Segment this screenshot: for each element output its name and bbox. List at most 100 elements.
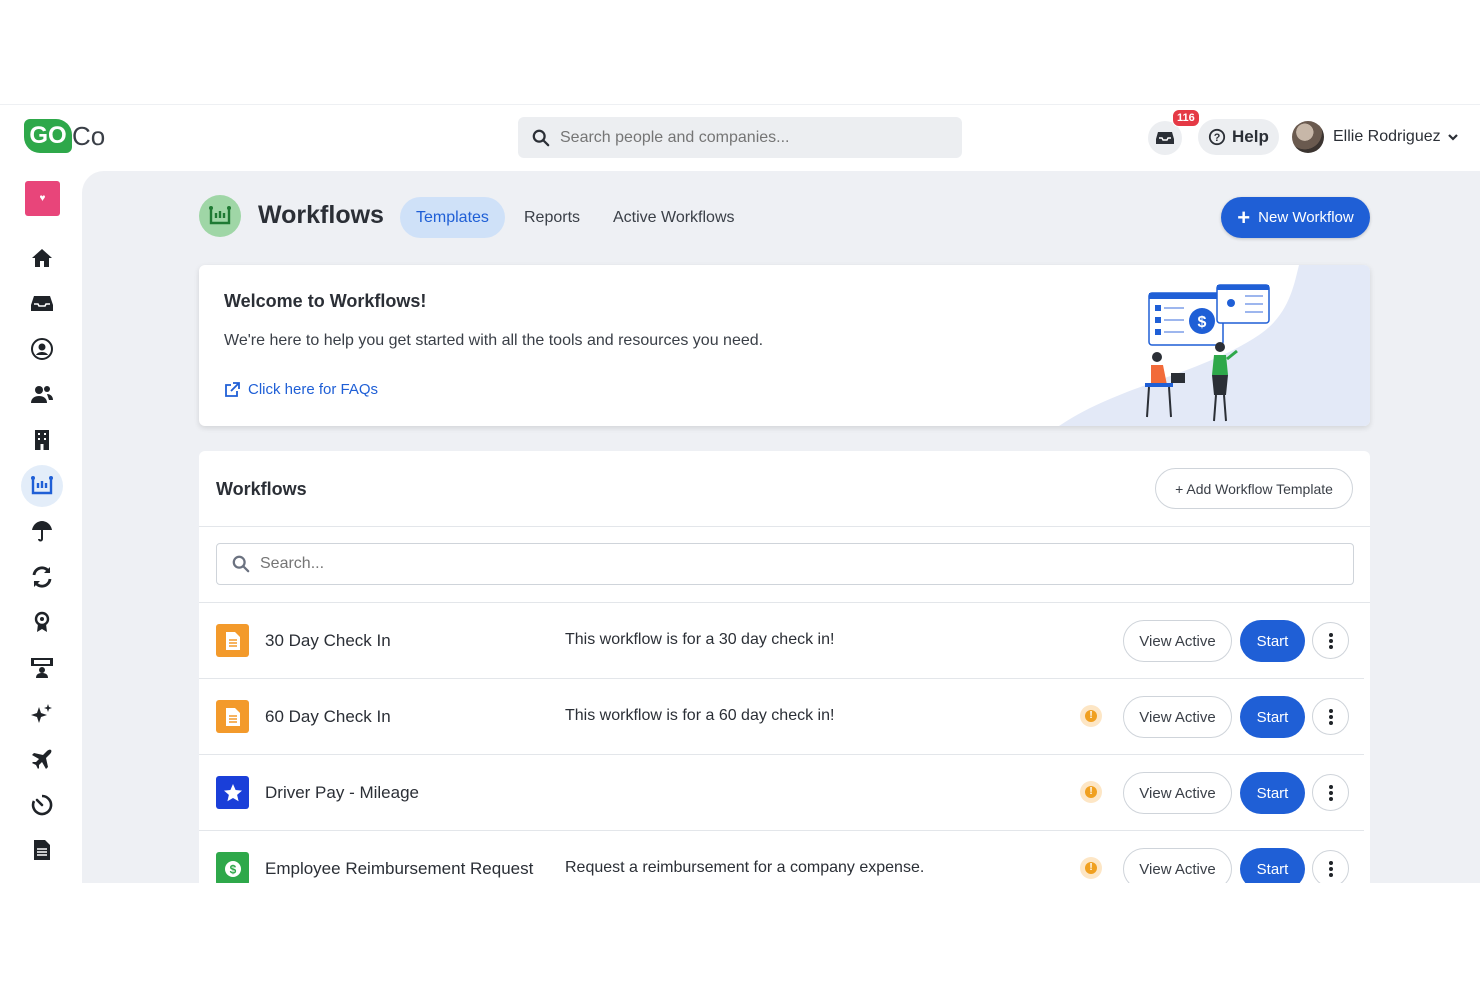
sidebar-item-workflows[interactable] (21, 465, 63, 507)
kebab-menu-icon (1328, 784, 1333, 801)
kebab-menu-icon (1328, 708, 1333, 725)
welcome-description: We're here to help you get started with … (224, 332, 764, 349)
user-name: Ellie Rodriguez (1333, 128, 1441, 145)
sidebar-item-documents[interactable] (21, 829, 63, 871)
start-button[interactable]: Start (1240, 848, 1305, 883)
view-active-button[interactable]: View Active (1123, 772, 1232, 814)
search-icon (232, 555, 250, 573)
help-label: Help (1232, 127, 1269, 146)
document-icon (216, 624, 249, 657)
search-icon (532, 129, 550, 146)
help-button[interactable]: ? Help (1198, 119, 1279, 155)
person-circle-icon (31, 338, 53, 360)
global-search[interactable] (518, 117, 962, 158)
tab-templates[interactable]: Templates (400, 197, 505, 238)
add-workflow-template-button[interactable]: + Add Workflow Template (1155, 468, 1353, 509)
workflow-name[interactable]: 60 Day Check In (265, 707, 391, 727)
inbox-badge: 116 (1172, 109, 1200, 127)
more-options-button[interactable] (1312, 774, 1349, 811)
sidebar-item-training[interactable] (21, 647, 63, 689)
start-button[interactable]: Start (1240, 620, 1305, 662)
chevron-down-icon (1447, 134, 1458, 141)
award-icon (34, 611, 50, 632)
sidebar-item-profile[interactable] (21, 328, 63, 370)
workflows-icon (209, 206, 231, 225)
tab-active-workflows[interactable]: Active Workflows (597, 197, 751, 238)
start-button[interactable]: Start (1240, 696, 1305, 738)
faq-link-label: Click here for FAQs (248, 381, 379, 398)
app-window: GO Co 116 ? Help Ellie Rodriguez ♥ (0, 104, 1480, 883)
warning-icon[interactable]: ! (1080, 781, 1102, 803)
svg-text:$: $ (1198, 314, 1207, 331)
welcome-illustration: $ (1059, 265, 1370, 426)
workflow-description: This workflow is for a 60 day check in! (565, 707, 835, 724)
more-options-button[interactable] (1312, 622, 1349, 659)
divider (199, 526, 1370, 527)
sparkles-icon (31, 704, 52, 723)
view-active-button[interactable]: View Active (1123, 696, 1232, 738)
star-icon (216, 776, 249, 809)
kebab-menu-icon (1328, 632, 1333, 649)
workflow-description: This workflow is for a 30 day check in! (565, 631, 835, 648)
sidebar-item-inbox[interactable] (21, 282, 63, 324)
list-search[interactable] (216, 543, 1354, 585)
people-icon (31, 386, 53, 403)
sidebar-item-people[interactable] (21, 373, 63, 415)
logo-co: Co (72, 121, 106, 151)
workflow-description: Request a reimbursement for a company ex… (565, 859, 925, 876)
workflows-icon (31, 476, 53, 495)
sidebar-item-benefits[interactable] (21, 510, 63, 552)
view-active-button[interactable]: View Active (1123, 620, 1232, 662)
kebab-menu-icon (1328, 860, 1333, 877)
new-workflow-button[interactable]: + New Workflow (1221, 197, 1370, 238)
view-active-button[interactable]: View Active (1123, 848, 1232, 883)
table-row: Driver Pay - Mileage ! View Active Start (199, 755, 1370, 831)
inbox-icon (31, 295, 53, 311)
table-row: 30 Day Check In This workflow is for a 3… (199, 603, 1370, 679)
list-title: Workflows (216, 479, 307, 499)
main-content: Workflows Templates Reports Active Workf… (82, 171, 1480, 883)
workflow-name[interactable]: Driver Pay - Mileage (265, 783, 419, 803)
sidebar-item-sync[interactable] (21, 556, 63, 598)
sync-icon (32, 566, 52, 588)
sidebar-item-ai[interactable] (21, 693, 63, 735)
start-button[interactable]: Start (1240, 772, 1305, 814)
global-search-input[interactable] (560, 128, 940, 147)
workflow-name[interactable]: Employee Reimbursement Request (265, 859, 533, 879)
training-icon (31, 658, 53, 678)
home-icon (32, 249, 52, 267)
list-search-input[interactable] (260, 555, 1260, 573)
avatar (1292, 121, 1324, 153)
sidebar-item-home[interactable] (21, 237, 63, 279)
workflows-header-icon (199, 195, 241, 237)
new-workflow-label: New Workflow (1258, 209, 1354, 226)
sidebar: ♥ (0, 171, 82, 883)
building-icon (35, 430, 49, 450)
welcome-title: Welcome to Workflows! (224, 291, 427, 311)
svg-text:$: $ (229, 862, 236, 876)
sidebar-item-company[interactable] (21, 419, 63, 461)
document-icon (216, 700, 249, 733)
workflow-list-card: Workflows + Add Workflow Template 30 Day… (199, 451, 1370, 883)
inbox-icon (1156, 132, 1174, 144)
timer-icon (31, 794, 53, 816)
umbrella-icon (32, 521, 52, 542)
dollar-icon: $ (216, 852, 249, 883)
goco-logo[interactable]: GO Co (24, 119, 106, 155)
sidebar-item-time-tracking[interactable] (21, 784, 63, 826)
external-link-icon (225, 381, 240, 397)
warning-icon[interactable]: ! (1080, 705, 1102, 727)
more-options-button[interactable] (1312, 698, 1349, 735)
sidebar-item-time-off[interactable] (21, 738, 63, 780)
document-icon (34, 840, 50, 860)
sidebar-item-recognition[interactable] (21, 601, 63, 643)
warning-icon[interactable]: ! (1080, 857, 1102, 879)
user-menu[interactable]: Ellie Rodriguez (1292, 121, 1460, 153)
help-icon: ? (1208, 128, 1226, 146)
workflow-name[interactable]: 30 Day Check In (265, 631, 391, 651)
company-logo[interactable]: ♥ (25, 181, 60, 216)
welcome-card: Welcome to Workflows! We're here to help… (199, 265, 1370, 426)
tab-reports[interactable]: Reports (508, 197, 596, 238)
faq-link[interactable]: Click here for FAQs (224, 381, 378, 398)
more-options-button[interactable] (1312, 850, 1349, 883)
